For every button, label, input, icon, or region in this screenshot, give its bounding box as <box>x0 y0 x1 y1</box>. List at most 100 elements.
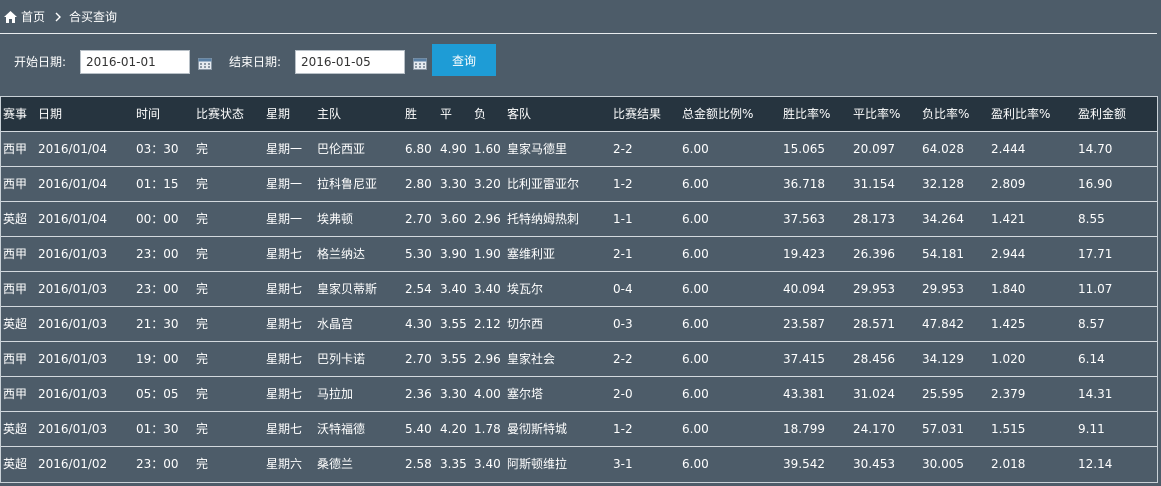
column-header: 盈利比率% <box>991 107 1051 122</box>
table-cell: 完 <box>194 200 264 236</box>
table-cell: 39.542 <box>781 445 851 481</box>
table-row: 西甲 2016/01/03 23：00 完星期七 格兰纳达 5.30 3.90 1.90 塞维利… <box>1 235 1157 271</box>
table-cell: 2.80 <box>403 165 438 201</box>
breadcrumb-home-link[interactable]: 首页 <box>21 8 45 25</box>
table-cell: 3.40 <box>438 270 472 306</box>
table-cell: 3.20 <box>472 165 505 201</box>
table-cell: 17.71 <box>1076 235 1157 271</box>
table-cell: 完 <box>194 340 264 376</box>
table-cell: 2.54 <box>403 270 438 306</box>
start-date-label: 开始日期: <box>14 55 67 69</box>
calendar-icon[interactable] <box>413 57 427 70</box>
table-cell: 3.40 <box>472 445 505 481</box>
table-cell: 西甲 <box>1 165 36 201</box>
table-cell: 6.00 <box>680 305 781 341</box>
table-cell: 2-1 <box>611 235 680 271</box>
table-cell: 6.00 <box>680 130 781 166</box>
table-cell: 4.20 <box>438 410 472 446</box>
table-cell: 0-3 <box>611 305 680 341</box>
table-cell: 比利亚雷亚尔 <box>505 165 611 201</box>
table-cell: 4.30 <box>403 305 438 341</box>
table-cell: 1-1 <box>611 200 680 236</box>
table-cell: 西甲 <box>1 130 36 166</box>
table-cell: 29.953 <box>851 270 920 306</box>
table-cell: 2.444 <box>989 130 1076 166</box>
table-cell: 1.78 <box>472 410 505 446</box>
calendar-icon[interactable] <box>198 57 212 70</box>
start-date-input[interactable] <box>80 50 190 74</box>
table-cell: 西甲 <box>1 375 36 411</box>
table-cell: 完 <box>194 235 264 271</box>
table-cell: 23：00 <box>134 235 194 271</box>
table-cell: 阿斯顿维拉 <box>505 445 611 481</box>
table-cell: 29.953 <box>920 270 989 306</box>
column-header: 主队 <box>317 107 342 122</box>
column-header: 比赛结果 <box>613 107 662 122</box>
table-cell: 6.00 <box>680 410 781 446</box>
table-cell: 4.00 <box>472 375 505 411</box>
table-cell: 2-2 <box>611 130 680 166</box>
table-cell: 5.40 <box>403 410 438 446</box>
table-cell: 18.799 <box>781 410 851 446</box>
table-cell: 巴伦西亚 <box>315 130 403 166</box>
end-date-input[interactable] <box>295 50 405 74</box>
column-header: 星期 <box>266 107 291 122</box>
table-cell: 19：00 <box>134 340 194 376</box>
table-cell: 6.14 <box>1076 340 1157 376</box>
table-cell: 2.70 <box>403 200 438 236</box>
table-cell: 2.58 <box>403 445 438 481</box>
table-cell: 15.065 <box>781 130 851 166</box>
table-cell: 30.005 <box>920 445 989 481</box>
chevron-right-icon <box>55 12 62 21</box>
table-cell: 2.12 <box>472 305 505 341</box>
table-cell: 1.020 <box>989 340 1076 376</box>
table-row: 西甲 2016/01/03 05：05 完星期七 马拉加 2.36 3.30 4.00 塞尔塔 2… <box>1 375 1157 411</box>
table-cell: 01：30 <box>134 410 194 446</box>
home-icon <box>4 10 17 23</box>
table-cell: 2016/01/03 <box>36 270 134 306</box>
table-cell: 6.00 <box>680 340 781 376</box>
table-cell: 9.11 <box>1076 410 1157 446</box>
table-cell: 19.423 <box>781 235 851 271</box>
table-cell: 43.381 <box>781 375 851 411</box>
table-cell: 2016/01/04 <box>36 130 134 166</box>
table-cell: 8.55 <box>1076 200 1157 236</box>
table-cell: 2.96 <box>472 200 505 236</box>
table-cell: 塞维利亚 <box>505 235 611 271</box>
table-cell: 马拉加 <box>315 375 403 411</box>
table-cell: 3.60 <box>438 200 472 236</box>
table-cell: 2-2 <box>611 340 680 376</box>
breadcrumb: 首页 合买查询 <box>0 0 1157 34</box>
table-cell: 星期七 <box>264 375 315 411</box>
table-cell: 47.842 <box>920 305 989 341</box>
column-header: 负 <box>474 107 487 122</box>
table-cell: 星期七 <box>264 340 315 376</box>
table-cell: 西甲 <box>1 340 36 376</box>
table-cell: 1.425 <box>989 305 1076 341</box>
table-cell: 塞尔塔 <box>505 375 611 411</box>
table-cell: 切尔西 <box>505 305 611 341</box>
table-cell: 14.70 <box>1076 130 1157 166</box>
table-cell: 8.57 <box>1076 305 1157 341</box>
table-cell: 完 <box>194 410 264 446</box>
table-cell: 03：30 <box>134 130 194 166</box>
table-cell: 2016/01/03 <box>36 340 134 376</box>
table-cell: 2.018 <box>989 445 1076 481</box>
query-button[interactable]: 查询 <box>432 44 496 76</box>
table-cell: 01：15 <box>134 165 194 201</box>
table-cell: 皇家社会 <box>505 340 611 376</box>
table-cell: 2.70 <box>403 340 438 376</box>
table-cell: 3.55 <box>438 305 472 341</box>
table-cell: 2.36 <box>403 375 438 411</box>
table-cell: 完 <box>194 165 264 201</box>
table-cell: 曼彻斯特城 <box>505 410 611 446</box>
table-cell: 34.264 <box>920 200 989 236</box>
table-cell: 拉科鲁尼亚 <box>315 165 403 201</box>
column-header: 胜 <box>405 107 418 122</box>
table-cell: 2016/01/04 <box>36 200 134 236</box>
table-row: 西甲 2016/01/04 01：15 完星期一 拉科鲁尼亚 2.80 3.30 3.20 比利… <box>1 165 1157 201</box>
table-cell: 3.30 <box>438 165 472 201</box>
table-cell: 1-2 <box>611 165 680 201</box>
table-cell: 桑德兰 <box>315 445 403 481</box>
table-cell: 6.80 <box>403 130 438 166</box>
